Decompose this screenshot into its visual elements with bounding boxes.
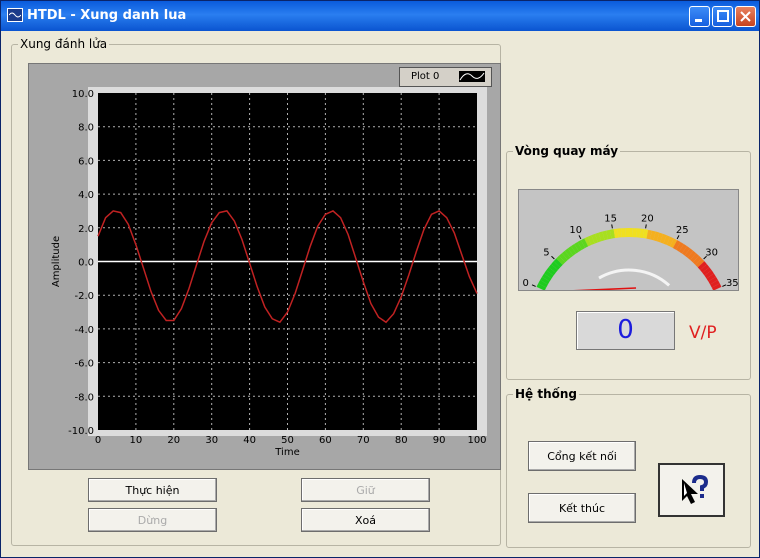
y-tick-label: 10.0 <box>72 89 94 100</box>
gauge-tick <box>611 224 613 229</box>
clear-button-label: Xoá <box>354 514 376 527</box>
help-cursor-icon <box>682 474 709 504</box>
gauge-tick-label: 30 <box>705 247 718 258</box>
gauge-tick-label: 15 <box>604 213 617 224</box>
title-bar[interactable]: HTDL - Xung danh lua <box>1 1 759 31</box>
y-tick-label: -6.0 <box>74 359 94 370</box>
minimize-button[interactable] <box>689 6 710 27</box>
x-tick-label: 50 <box>281 435 294 446</box>
window-title: HTDL - Xung danh lua <box>27 8 187 23</box>
run-button[interactable]: Thực hiện <box>88 478 217 502</box>
x-tick-label: 90 <box>433 435 446 446</box>
x-tick-label: 30 <box>205 435 218 446</box>
x-tick-label: 100 <box>467 435 486 446</box>
waveform-graph: Plot 0 0 10 20 30 40 50 60 70 80 90 100 10.0 8.0 6.0 4… <box>28 63 501 470</box>
stop-button-label: Dừng <box>137 514 168 527</box>
x-tick-label: 60 <box>319 435 332 446</box>
rpm-gauge-dial: 0 5 10 15 20 25 30 35 <box>522 213 739 293</box>
gauge-needle <box>547 287 637 293</box>
maximize-icon <box>717 10 729 22</box>
y-tick-label: 4.0 <box>78 190 94 201</box>
y-tick-label: 2.0 <box>78 224 94 235</box>
x-tick-label: 40 <box>243 435 256 446</box>
maximize-button[interactable] <box>712 6 733 27</box>
x-tick-label: 20 <box>167 435 180 446</box>
rpm-gauge: 0 5 10 15 20 25 30 35 <box>518 189 739 293</box>
system-group-label: Hệ thống <box>513 387 580 401</box>
x-tick-label: 0 <box>95 435 101 446</box>
app-window: HTDL - Xung danh lua Xung đánh lửa Plot … <box>0 0 760 558</box>
stop-button[interactable]: Dừng <box>88 508 217 532</box>
gauge-tick-label: 10 <box>569 225 582 236</box>
x-tick-label: 80 <box>395 435 408 446</box>
y-tick-label: 0.0 <box>78 258 94 269</box>
hold-button[interactable]: Giữ <box>301 478 430 502</box>
y-axis-label: Amplitude <box>51 236 62 287</box>
close-icon <box>740 11 751 22</box>
connect-port-button[interactable]: Cổng kết nối <box>528 441 636 471</box>
ignition-pulse-group-label: Xung đánh lửa <box>18 37 110 51</box>
close-button[interactable] <box>735 6 756 27</box>
context-help-button[interactable] <box>658 463 725 517</box>
gauge-tick-label: 20 <box>641 213 654 224</box>
gauge-tick-label: 25 <box>676 225 689 236</box>
gauge-tick-label: 35 <box>726 278 738 289</box>
gauge-tick <box>531 284 536 287</box>
rpm-readout: 0 <box>576 311 675 350</box>
clear-button[interactable]: Xoá <box>301 508 430 532</box>
exit-button[interactable]: Kết thúc <box>528 493 636 523</box>
y-tick-label: 8.0 <box>78 123 94 134</box>
hold-button-label: Giữ <box>356 484 375 497</box>
y-tick-label: -10.0 <box>68 426 94 437</box>
gauge-color-segment <box>625 228 629 238</box>
x-tick-label: 70 <box>357 435 370 446</box>
run-button-label: Thực hiện <box>125 484 180 497</box>
exit-button-label: Kết thúc <box>558 502 606 515</box>
y-tick-label: -2.0 <box>74 291 94 302</box>
rpm-unit-label: V/P <box>689 323 717 343</box>
minimize-icon <box>695 19 702 22</box>
y-tick-label: 6.0 <box>78 156 94 167</box>
chart-svg: 0 10 20 30 40 50 60 70 80 90 100 10.0 8.0 6.0 4.0 2.0 0.… <box>51 87 487 458</box>
rpm-group-label: Vòng quay máy <box>513 144 621 158</box>
gauge-color-segment <box>629 228 633 238</box>
app-icon <box>7 8 23 22</box>
gauge-color-segment <box>632 228 637 238</box>
x-axis-label: Time <box>274 447 299 458</box>
gauge-tick <box>551 255 555 260</box>
x-tick-label: 10 <box>130 435 143 446</box>
gauge-inner-arc <box>598 268 671 287</box>
connect-port-button-label: Cổng kết nối <box>547 450 617 463</box>
gauge-tick <box>645 224 647 229</box>
gauge-tick-label: 0 <box>522 278 528 289</box>
y-tick-label: -4.0 <box>74 325 94 336</box>
gauge-color-segment <box>621 228 626 238</box>
y-tick-label: -8.0 <box>74 392 94 403</box>
gauge-tick-label: 5 <box>543 247 549 258</box>
